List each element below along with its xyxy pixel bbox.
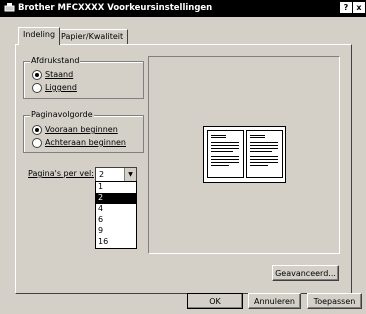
layout-preview [148, 56, 340, 254]
dropdown-option[interactable]: 4 [96, 204, 136, 215]
chevron-down-icon[interactable]: ▼ [124, 168, 136, 181]
sheet-preview [203, 126, 286, 183]
pages-per-sheet-combo[interactable]: 2 ▼ [95, 167, 137, 182]
cancel-button[interactable]: Annuleren [248, 293, 301, 309]
help-button[interactable]: ? [340, 2, 352, 13]
apply-button[interactable]: Toepassen [307, 293, 362, 309]
window-title: Brother MFCXXXX Voorkeursinstellingen [18, 3, 213, 13]
dropdown-option[interactable]: 9 [96, 226, 136, 237]
advanced-button[interactable]: Geavanceerd... [272, 265, 339, 281]
orientation-group: Afdrukstand [23, 56, 144, 99]
radio-back-to-front-indicator[interactable] [32, 137, 42, 148]
tab-indeling[interactable]: Indeling [18, 27, 61, 45]
radio-portrait-label: Staand [45, 70, 74, 79]
radio-landscape[interactable]: Liggend [32, 82, 77, 93]
radio-portrait-indicator[interactable] [32, 69, 42, 80]
radio-front-to-back-indicator[interactable] [32, 124, 42, 135]
close-button[interactable]: x [353, 2, 365, 13]
radio-landscape-label: Liggend [45, 83, 77, 92]
page-order-label: Paginavolgorde [30, 110, 94, 119]
radio-back-to-front-label: Achteraan beginnen [45, 138, 126, 147]
pages-per-sheet-dropdown: 1 2 4 6 9 16 [95, 181, 137, 249]
preferences-dialog: Brother MFCXXXX Voorkeursinstellingen ? … [0, 0, 366, 314]
title-bar: Brother MFCXXXX Voorkeursinstellingen ? … [0, 0, 366, 17]
radio-front-to-back-label: Vooraan beginnen [45, 125, 118, 134]
ok-button[interactable]: OK [187, 293, 243, 309]
preview-page-1 [207, 130, 244, 178]
pages-per-sheet-value: 2 [99, 170, 105, 179]
preview-page-2 [246, 130, 283, 178]
tab-papier-kwaliteit[interactable]: Papier/Kwaliteit [56, 29, 129, 44]
radio-back-to-front[interactable]: Achteraan beginnen [32, 137, 126, 148]
dropdown-option[interactable]: 1 [96, 182, 136, 193]
radio-landscape-indicator[interactable] [32, 82, 42, 93]
orientation-label: Afdrukstand [30, 56, 81, 65]
radio-portrait[interactable]: Staand [32, 69, 73, 80]
dropdown-option-selected[interactable]: 2 [96, 193, 136, 204]
printer-icon [4, 3, 15, 12]
radio-front-to-back[interactable]: Vooraan beginnen [32, 124, 118, 135]
pages-per-sheet-label: Pagina's per vel: [28, 169, 94, 178]
dropdown-option[interactable]: 6 [96, 215, 136, 226]
dropdown-option[interactable]: 16 [96, 237, 136, 248]
